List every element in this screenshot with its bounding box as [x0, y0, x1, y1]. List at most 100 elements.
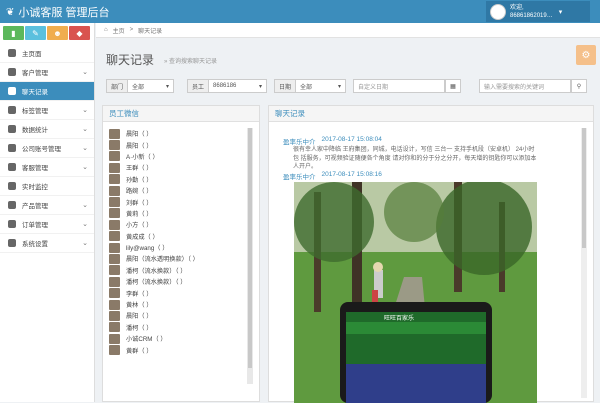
contact-name: 小方（ ） [126, 222, 153, 230]
dept-filter: 部门 全部 ▾ [106, 79, 175, 93]
contact-item[interactable]: 潘柯（流水换款）（ ） [109, 265, 245, 276]
chevron-down-icon: ⌄ [82, 126, 88, 133]
scroll-thumb[interactable] [248, 128, 252, 368]
chevron-down-icon: ⌄ [82, 221, 88, 228]
staff-select[interactable]: 8686186 ▾ [209, 79, 268, 93]
contact-item[interactable]: 王群（ ） [109, 162, 245, 173]
contact-name: lily@wang（ ） [126, 245, 169, 253]
contact-name: 小诚CRM（ ） [126, 336, 167, 344]
chat-message: 盈率乐中介 2017-08-17 15:08:04 很有幸人家中降临 王府集团，同… [283, 136, 538, 172]
search-button[interactable]: ⚲ [571, 79, 587, 93]
contact-item[interactable]: 黄群（ ） [109, 344, 245, 356]
user-greeting: 欢迎, [510, 4, 524, 11]
contact-avatar [109, 128, 120, 139]
sidebar-item-10[interactable]: 系统设置 ⌄ [0, 234, 94, 253]
contact-item[interactable]: 刘群（ ） [109, 196, 245, 208]
contact-item[interactable]: 小方（ ） [109, 219, 245, 230]
contact-item[interactable]: 晨阳（ ） [109, 139, 245, 151]
contact-item[interactable]: 潘柯（ ） [109, 322, 245, 333]
chevron-down-icon: ⌄ [82, 107, 88, 114]
contact-name: 晨阳（ ） [126, 131, 153, 139]
sidebar-item-2[interactable]: 聊天记录 [0, 82, 94, 101]
stats-icon [8, 125, 16, 133]
sidebar-item-label: 标签管理 [22, 108, 48, 115]
pencil-button[interactable]: ✎ [25, 26, 46, 40]
contact-item[interactable]: lily@wang（ ） [109, 242, 245, 253]
contact-item[interactable]: 黄林（ ） [109, 299, 245, 310]
contact-item[interactable]: 路婉（ ） [109, 185, 245, 196]
contact-name: 刘群（ ） [126, 199, 153, 207]
date-label: 日期 [274, 79, 297, 93]
contact-avatar [109, 174, 120, 185]
chat-image[interactable]: 旺旺百家乐 [294, 182, 537, 403]
custom-date-input[interactable]: 自定义日期 [353, 79, 445, 93]
contact-item[interactable]: 黄成成（ ） [109, 231, 245, 242]
chat-icon [8, 87, 16, 95]
sidebar-item-3[interactable]: 标签管理 ⌄ [0, 101, 94, 120]
sidebar-item-4[interactable]: 数据统计 ⌄ [0, 120, 94, 139]
contact-name: 路婉（ ） [126, 188, 153, 196]
avatar [490, 3, 506, 20]
share-button[interactable]: ◆ [69, 26, 90, 40]
contact-avatar [109, 197, 120, 208]
contact-item[interactable]: 李群（ ） [109, 287, 245, 299]
user-menu[interactable]: 欢迎, 86861862019… ▾ [486, 1, 590, 22]
contact-item[interactable]: 孙勤（ ） [109, 174, 245, 185]
sidebar-item-6[interactable]: 客服管理 ⌄ [0, 158, 94, 177]
contact-avatar [109, 185, 120, 196]
staff-filter: 员工 8686186 ▾ [187, 79, 268, 93]
contact-name: 晨阳（ ） [126, 142, 153, 150]
chat-scrollbar[interactable] [581, 128, 587, 398]
chart-button[interactable]: ▮ [3, 26, 24, 40]
user-id: 86861862019… [510, 12, 553, 19]
dept-select[interactable]: 全部 ▾ [128, 79, 175, 93]
sidebar-item-7[interactable]: 实时监控 [0, 177, 94, 196]
search-icon: ⚲ [576, 83, 582, 90]
custom-date-filter: 自定义日期 ▦ [353, 79, 461, 93]
contact-avatar [109, 299, 120, 310]
calendar-icon: ▦ [450, 83, 456, 90]
users-button[interactable]: ☻ [47, 26, 68, 40]
leaf-icon: ❦ [6, 6, 15, 18]
scroll-thumb[interactable] [582, 128, 586, 248]
settings-button[interactable]: ⚙ [576, 45, 596, 65]
breadcrumb-home[interactable]: 主页 [113, 26, 125, 35]
contact-name: 晨阳（ ） [126, 313, 153, 321]
contact-item[interactable]: 潘柯（流水换款）（ ） [109, 276, 245, 287]
sidebar-item-5[interactable]: 公司账号管理 ⌄ [0, 139, 94, 158]
contact-name: 黄莉（ ） [126, 210, 153, 218]
message-time: 2017-08-17 15:08:16 [321, 171, 382, 178]
contact-item[interactable]: 晨阳（ ） [109, 128, 245, 139]
contact-avatar [109, 219, 120, 230]
users-icon: ☻ [53, 28, 62, 38]
contact-item[interactable]: A·小新（ ） [109, 151, 245, 162]
chat-message: 盈率乐中介 2017-08-17 15:08:16 [283, 171, 382, 181]
date-select[interactable]: 全部 ▾ [296, 79, 347, 93]
chevron-down-icon: ⌄ [82, 202, 88, 209]
home-icon: ⌂ [104, 27, 108, 33]
calendar-button[interactable]: ▦ [445, 79, 461, 93]
sidebar-item-1[interactable]: 客户管理 ⌄ [0, 63, 94, 82]
app-logo[interactable]: ❦ 小诚客服 管理后台 [6, 4, 109, 20]
sidebar-item-8[interactable]: 产品管理 ⌄ [0, 196, 94, 215]
chevron-down-icon: ▾ [558, 8, 563, 16]
contact-name: 黄成成（ ） [126, 233, 159, 241]
contact-item[interactable]: 黄莉（ ） [109, 208, 245, 219]
contact-item[interactable]: 晨阳（流水透明换款）（ ） [109, 253, 245, 264]
contact-item[interactable]: 小诚CRM（ ） [109, 333, 245, 344]
contact-item[interactable]: 晨阳（ ） [109, 310, 245, 321]
sidebar-item-label: 公司账号管理 [22, 146, 61, 153]
contact-name: 黄群（ ） [126, 347, 153, 355]
settings-icon [8, 239, 16, 247]
search-input[interactable]: 输入需要搜索的关键词 [479, 79, 571, 93]
contact-avatar [109, 253, 120, 264]
sidebar-item-0[interactable]: 主页面 [0, 44, 94, 63]
app-title: 小诚客服 管理后台 [18, 7, 110, 19]
breadcrumb-separator: > [129, 27, 134, 33]
message-time: 2017-08-17 15:08:04 [321, 136, 382, 143]
sidebar-item-label: 数据统计 [22, 127, 48, 134]
chevron-down-icon: ⌄ [82, 69, 88, 76]
search-bar: 输入需要搜索的关键词 ⚲ [479, 79, 587, 93]
contact-scrollbar[interactable] [247, 128, 253, 384]
sidebar-item-9[interactable]: 订单管理 ⌄ [0, 215, 94, 234]
